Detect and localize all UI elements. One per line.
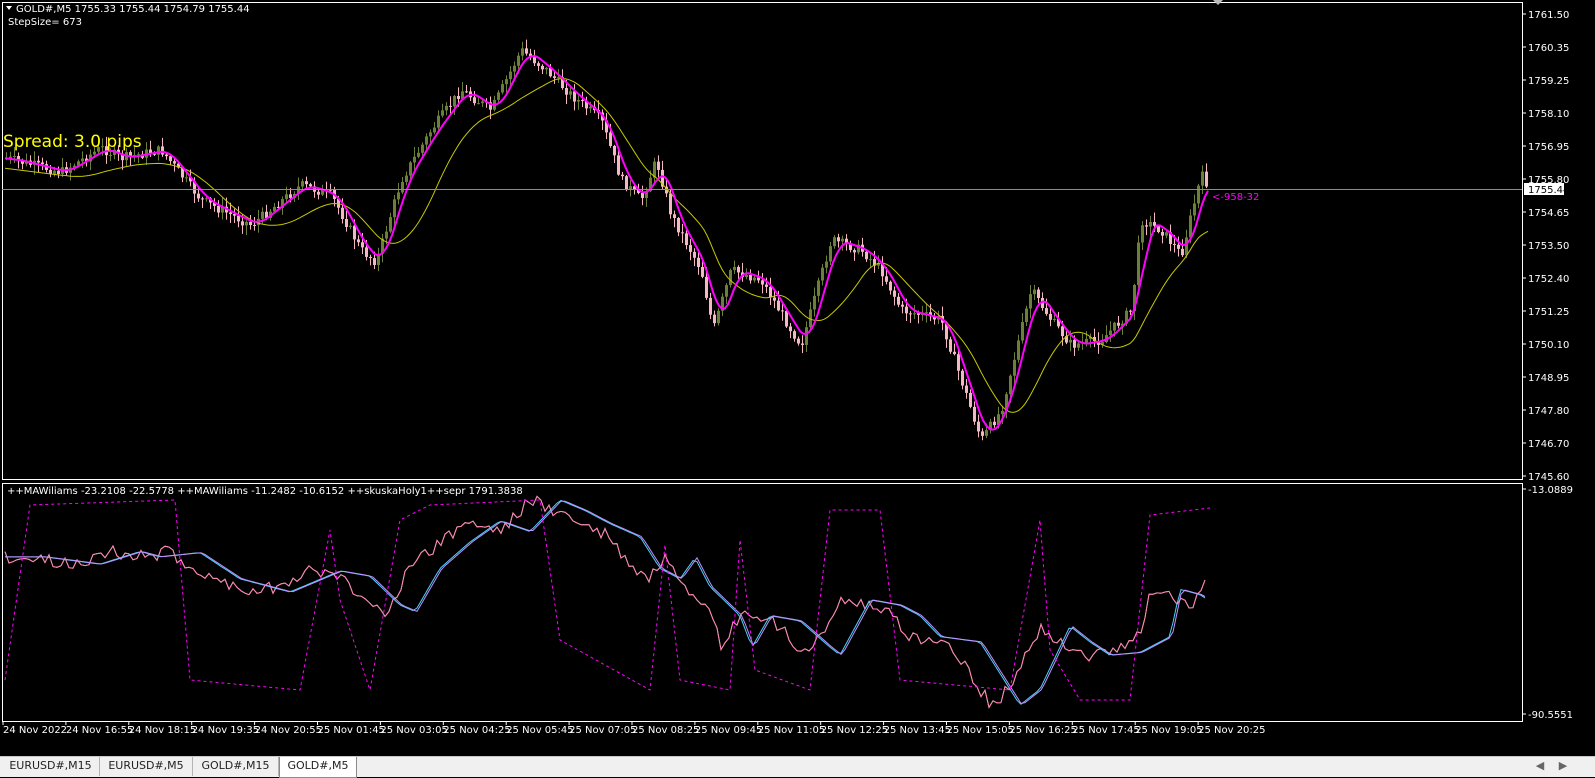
price-tick-label: 1759.25 <box>1528 76 1569 87</box>
time-tick-label: 25 Nov 04:25 <box>443 725 510 736</box>
time-tick-label: 24 Nov 19:35 <box>192 725 259 736</box>
price-tick-label: 1747.80 <box>1528 406 1569 417</box>
price-tick-label: 1750.10 <box>1528 340 1569 351</box>
time-tick-label: 25 Nov 03:05 <box>380 725 447 736</box>
time-tick-label: 25 Nov 07:05 <box>569 725 636 736</box>
chart-header: GOLD#,M5 1755.33 1755.44 1754.79 1755.44 <box>16 4 250 15</box>
chart-window[interactable]: GOLD#,M5 1755.33 1755.44 1754.79 1755.44… <box>0 0 1595 756</box>
price-tick-label: 1753.50 <box>1528 241 1569 252</box>
chevron-left-icon[interactable]: ◀ <box>1533 758 1547 774</box>
time-tick-label: 25 Nov 09:45 <box>695 725 762 736</box>
price-tick-label: 1756.95 <box>1528 142 1569 153</box>
tab-eurusd-m5[interactable]: EURUSD#,M5 <box>100 757 193 776</box>
time-axis: 24 Nov 202224 Nov 16:5524 Nov 18:1524 No… <box>2 721 1266 736</box>
time-tick-label: 25 Nov 19:05 <box>1135 725 1202 736</box>
price-tick-label: 1745.60 <box>1528 472 1569 483</box>
spread-label: Spread: 3.0 pips <box>3 132 142 152</box>
price-tick-label: 1748.95 <box>1528 373 1569 384</box>
main-chart-frame <box>2 2 1523 480</box>
price-scale[interactable]: 1761.50 1760.35 1759.25 1758.10 1756.95 1755.… <box>1522 10 1569 483</box>
price-tick-label: 1746.70 <box>1528 439 1569 450</box>
current-price-label: 1755.44 <box>1528 185 1569 196</box>
indicator-frame <box>2 483 1523 722</box>
time-tick-label: 24 Nov 2022 <box>3 725 67 736</box>
price-tick-label: 1760.35 <box>1528 43 1569 54</box>
tab-eurusd-m15[interactable]: EURUSD#,M15 <box>2 757 100 776</box>
price-tick-label: 1761.50 <box>1528 10 1569 21</box>
order-annotation: <-958-32 <box>1212 192 1259 203</box>
fast-ma-line <box>4 54 1209 431</box>
time-tick-label: 24 Nov 16:55 <box>66 725 133 736</box>
time-tick-label: 25 Nov 16:25 <box>1009 725 1076 736</box>
time-tick-label: 25 Nov 12:25 <box>821 725 888 736</box>
tab-gold-m15[interactable]: GOLD#,M15 <box>193 757 279 776</box>
time-tick-label: 25 Nov 08:25 <box>632 725 699 736</box>
chart-tab-bar: EURUSD#,M15 EURUSD#,M5 GOLD#,M15 GOLD#,M… <box>0 756 1595 778</box>
indicator-lines <box>4 495 1211 709</box>
time-tick-label: 25 Nov 20:25 <box>1198 725 1265 736</box>
time-tick-label: 25 Nov 01:45 <box>318 725 385 736</box>
indicator-header: ++MAWiliams -23.2108 -22.5778 ++MAWiliam… <box>7 486 523 497</box>
step-size-label: StepSize= 673 <box>8 17 82 28</box>
price-tick-label: 1752.40 <box>1528 274 1569 285</box>
indicator-max-label: -13.0889 <box>1528 485 1573 496</box>
candlestick-series[interactable] <box>5 39 1208 441</box>
chevron-right-icon[interactable]: ▶ <box>1556 758 1570 774</box>
time-tick-label: 25 Nov 11:05 <box>758 725 825 736</box>
moving-average-lines <box>4 54 1209 431</box>
time-tick-label: 25 Nov 05:45 <box>506 725 573 736</box>
time-tick-label: 24 Nov 20:55 <box>255 725 322 736</box>
time-tick-label: 25 Nov 13:45 <box>884 725 951 736</box>
time-tick-label: 25 Nov 15:05 <box>947 725 1014 736</box>
price-tick-label: 1754.65 <box>1528 208 1569 219</box>
tab-gold-m5[interactable]: GOLD#,M5 <box>279 757 357 778</box>
time-tick-label: 25 Nov 17:45 <box>1072 725 1139 736</box>
indicator-min-label: -90.5551 <box>1528 710 1573 721</box>
collapse-triangle-icon[interactable] <box>6 6 12 10</box>
time-tick-label: 24 Nov 18:15 <box>129 725 196 736</box>
price-tick-label: 1751.25 <box>1528 307 1569 318</box>
price-tick-label: 1758.10 <box>1528 109 1569 120</box>
